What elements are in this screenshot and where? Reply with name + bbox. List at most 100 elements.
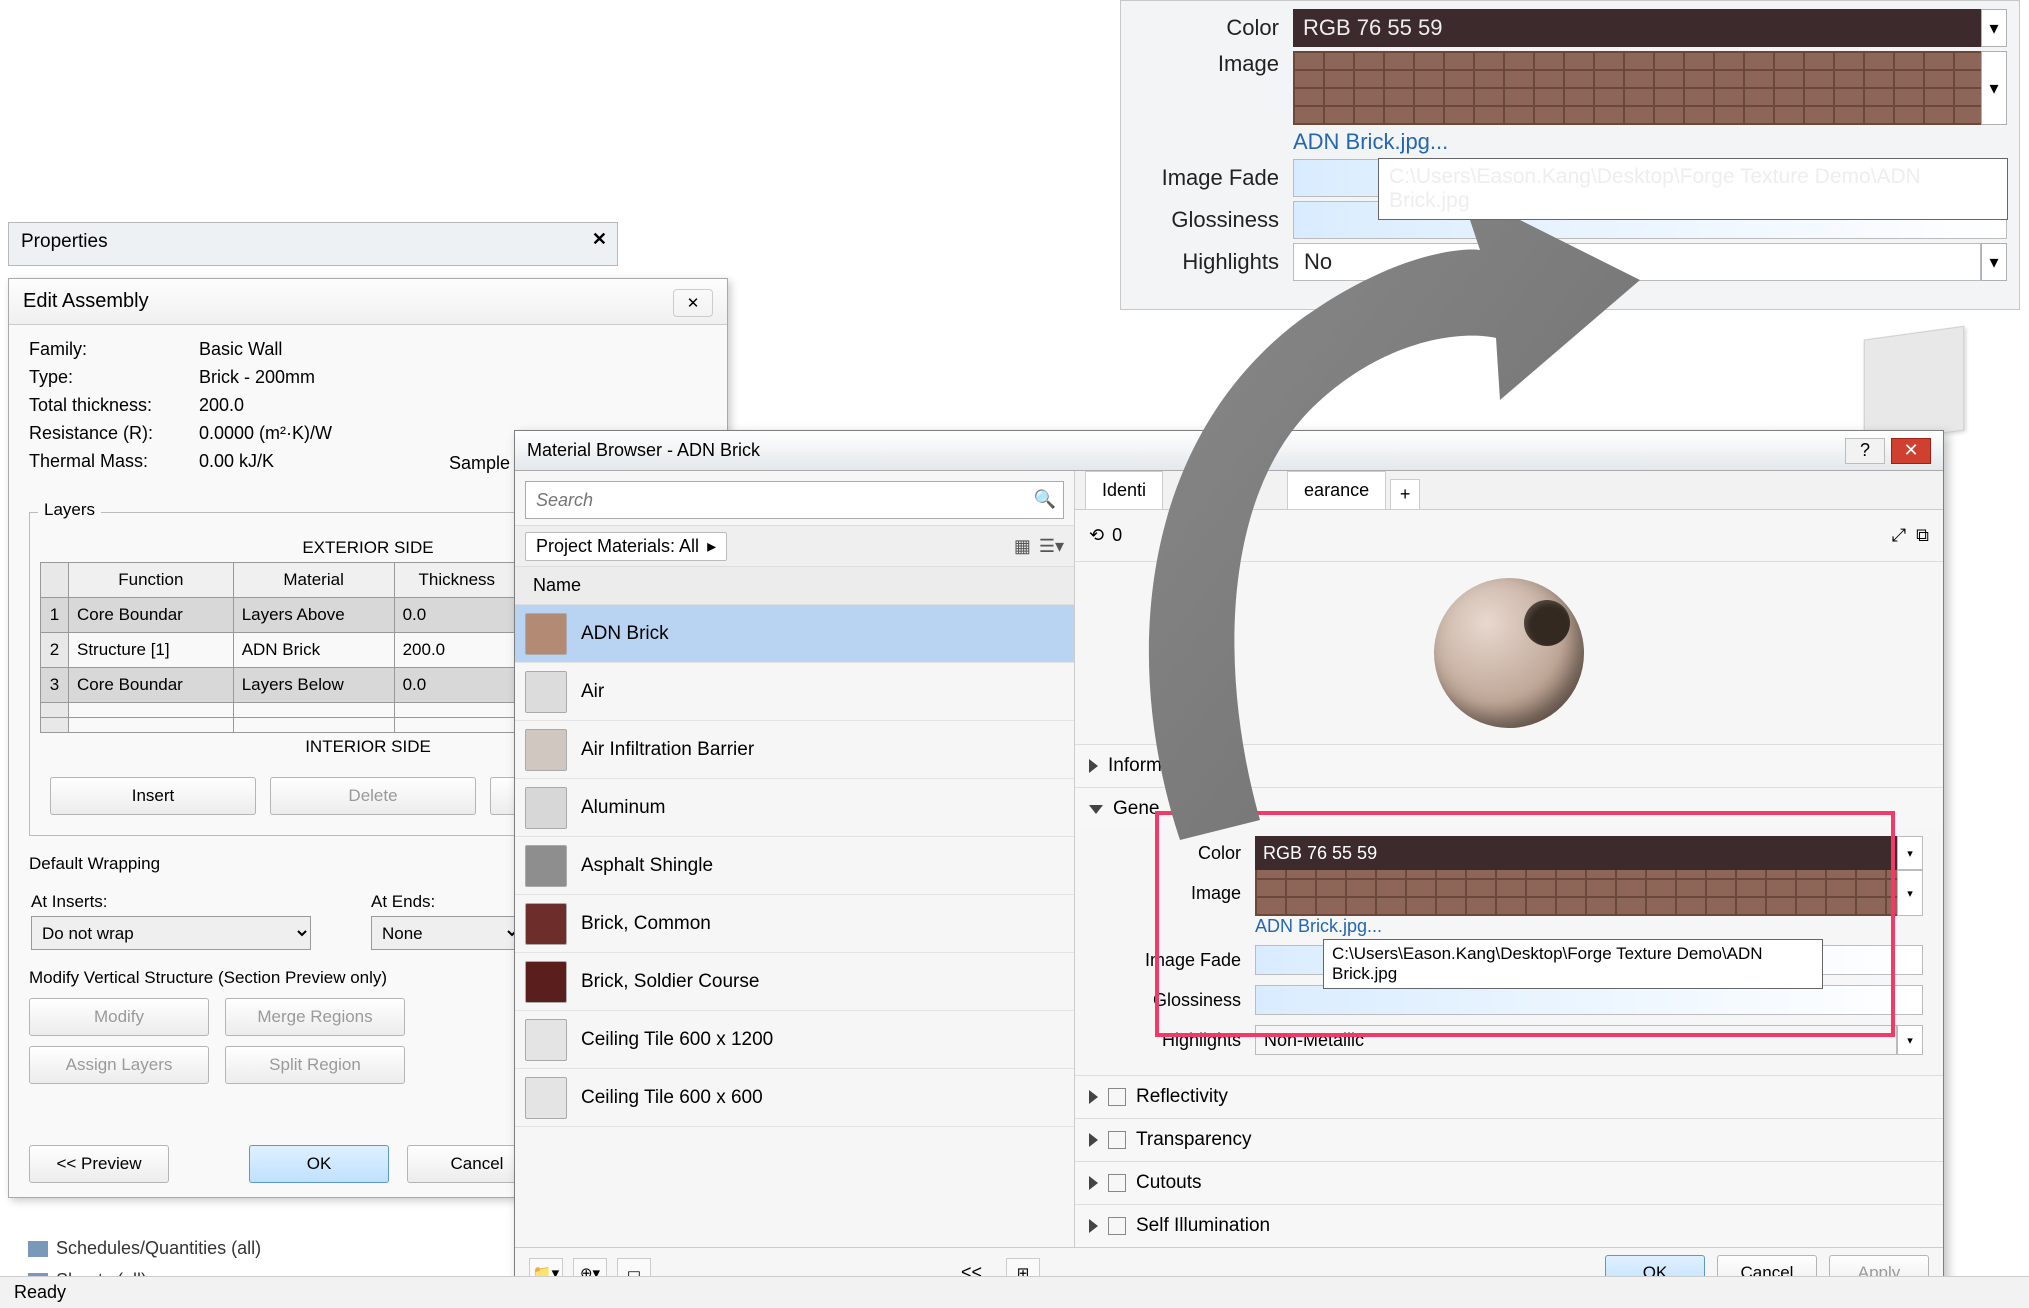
g-image-dropdown[interactable]: ▾: [1897, 870, 1923, 916]
material-item[interactable]: ADN Brick: [515, 605, 1074, 663]
g-image-swatch[interactable]: [1255, 870, 1897, 916]
delete-button[interactable]: Delete: [270, 777, 476, 815]
g-gloss-slider[interactable]: [1255, 985, 1923, 1015]
search-icon[interactable]: 🔍: [1034, 489, 1056, 510]
information-section[interactable]: Information: [1075, 745, 1943, 787]
help-button[interactable]: ?: [1845, 438, 1885, 464]
material-item[interactable]: Brick, Soldier Course: [515, 953, 1074, 1011]
g-color-dropdown[interactable]: ▾: [1897, 836, 1923, 870]
g-image-link[interactable]: ADN Brick.jpg...: [1255, 916, 1382, 937]
zoom-fade-label: Image Fade: [1133, 165, 1293, 191]
col-material: Material: [233, 563, 394, 598]
thickness-label: Total thickness:: [29, 395, 199, 416]
material-item[interactable]: Asphalt Shingle: [515, 837, 1074, 895]
family-label: Family:: [29, 339, 199, 360]
tree-item-schedules[interactable]: Schedules/Quantities (all): [28, 1232, 261, 1264]
zoom-color-value[interactable]: RGB 76 55 59: [1293, 9, 1981, 47]
properties-close-icon[interactable]: ✕: [592, 229, 607, 250]
zoom-color-dropdown[interactable]: ▾: [1981, 9, 2007, 47]
material-item[interactable]: Aluminum: [515, 779, 1074, 837]
cutouts-checkbox[interactable]: [1108, 1174, 1126, 1192]
g-hl-dropdown[interactable]: ▾: [1897, 1025, 1923, 1055]
material-item[interactable]: Air: [515, 663, 1074, 721]
preview-button[interactable]: << Preview: [29, 1145, 169, 1183]
zoom-fade-slider[interactable]: C:\Users\Eason.Kang\Desktop\Forge Textur…: [1293, 159, 2007, 197]
replace-asset-icon[interactable]: ⟲: [1089, 525, 1104, 546]
view-cube[interactable]: [1864, 326, 1964, 444]
properties-title: Properties: [9, 223, 617, 261]
appearance-pane: Identi earance + ⟲ 0 ⤢ ⧉ Information: [1075, 471, 1943, 1247]
view-grid-icon[interactable]: ▦: [1014, 536, 1031, 557]
zoom-image-swatch[interactable]: [1293, 51, 1981, 125]
tab-identity[interactable]: Identi: [1085, 471, 1163, 509]
g-gloss-label: Glossiness: [1095, 990, 1255, 1011]
zoom-hl-value[interactable]: No: [1293, 243, 1981, 281]
material-swatch: [525, 903, 567, 945]
project-materials-filter[interactable]: Project Materials: All▸: [525, 532, 727, 561]
self-illumination-section[interactable]: Self Illumination: [1075, 1205, 1943, 1247]
view-list-icon[interactable]: ☰▾: [1039, 536, 1064, 557]
g-color-value[interactable]: RGB 76 55 59: [1255, 836, 1897, 870]
material-name: ADN Brick: [581, 623, 669, 645]
zoom-hl-dropdown[interactable]: ▾: [1981, 243, 2007, 281]
material-item[interactable]: Ceiling Tile 600 x 600: [515, 1069, 1074, 1127]
at-ends-select[interactable]: None: [371, 916, 521, 950]
resistance-value: 0.0000 (m²·K)/W: [199, 423, 332, 444]
table-row[interactable]: 2 Structure [1] ADN Brick 200.0: [41, 633, 520, 668]
material-name: Air: [581, 681, 604, 703]
tab-add[interactable]: +: [1390, 479, 1420, 509]
table-row[interactable]: [41, 718, 520, 733]
material-name: Brick, Common: [581, 913, 711, 935]
material-item[interactable]: Ceiling Tile 600 x 1200: [515, 1011, 1074, 1069]
layers-caption: Layers: [38, 500, 101, 519]
material-item[interactable]: Air Infiltration Barrier: [515, 721, 1074, 779]
modify-button[interactable]: Modify: [29, 998, 209, 1036]
expand-icon[interactable]: ⤢: [1892, 525, 1906, 546]
material-browser-dialog: Material Browser - ADN Brick ? ✕ 🔍 Proje…: [514, 430, 1944, 1300]
material-item[interactable]: Brick, Common: [515, 895, 1074, 953]
reflectivity-checkbox[interactable]: [1108, 1088, 1126, 1106]
material-preview-ball: [1434, 578, 1584, 728]
material-name: Aluminum: [581, 797, 665, 819]
self-illumination-checkbox[interactable]: [1108, 1217, 1126, 1235]
family-value: Basic Wall: [199, 339, 282, 360]
assign-layers-button[interactable]: Assign Layers: [29, 1046, 209, 1084]
material-swatch: [525, 1019, 567, 1061]
ok-button[interactable]: OK: [249, 1145, 389, 1183]
layers-table[interactable]: Function Material Thickness 1 Core Bound…: [40, 562, 520, 733]
material-name: Asphalt Shingle: [581, 855, 713, 877]
copy-icon[interactable]: ⧉: [1916, 525, 1929, 546]
table-row[interactable]: 3 Core Boundar Layers Below 0.0: [41, 668, 520, 703]
zoom-image-link[interactable]: ADN Brick.jpg...: [1293, 129, 1448, 155]
generic-section[interactable]: Gene: [1075, 788, 1943, 830]
transparency-section[interactable]: Transparency: [1075, 1119, 1943, 1161]
table-row[interactable]: 1 Core Boundar Layers Above 0.0: [41, 598, 520, 633]
close-button[interactable]: ✕: [1891, 438, 1931, 464]
material-swatch: [525, 613, 567, 655]
at-ends-label: At Ends:: [371, 892, 521, 912]
edit-assembly-title: Edit Assembly ✕: [9, 279, 727, 325]
zoom-color-label: Color: [1133, 15, 1293, 41]
zoom-image-dropdown[interactable]: ▾: [1981, 51, 2007, 125]
zoom-image-label: Image: [1133, 51, 1293, 77]
split-region-button[interactable]: Split Region: [225, 1046, 405, 1084]
g-color-label: Color: [1095, 843, 1255, 864]
g-image-label: Image: [1095, 883, 1255, 904]
insert-button[interactable]: Insert: [50, 777, 256, 815]
at-inserts-select[interactable]: Do not wrap: [31, 916, 311, 950]
g-tooltip: C:\Users\Eason.Kang\Desktop\Forge Textur…: [1323, 939, 1823, 989]
reflectivity-section[interactable]: Reflectivity: [1075, 1076, 1943, 1118]
merge-regions-button[interactable]: Merge Regions: [225, 998, 405, 1036]
search-input[interactable]: [525, 481, 1064, 519]
edit-assembly-close-icon[interactable]: ✕: [673, 289, 713, 317]
zoomed-appearance-panel: Color RGB 76 55 59 ▾ Image ▾ ADN Brick.j…: [1120, 0, 2020, 310]
tab-appearance[interactable]: earance: [1287, 471, 1386, 509]
table-row[interactable]: [41, 703, 520, 718]
material-swatch: [525, 961, 567, 1003]
material-name: Ceiling Tile 600 x 600: [581, 1087, 763, 1109]
col-thickness: Thickness: [394, 563, 519, 598]
g-hl-value[interactable]: Non-Metallic: [1255, 1025, 1897, 1055]
material-name: Air Infiltration Barrier: [581, 739, 754, 761]
transparency-checkbox[interactable]: [1108, 1131, 1126, 1149]
cutouts-section[interactable]: Cutouts: [1075, 1162, 1943, 1204]
